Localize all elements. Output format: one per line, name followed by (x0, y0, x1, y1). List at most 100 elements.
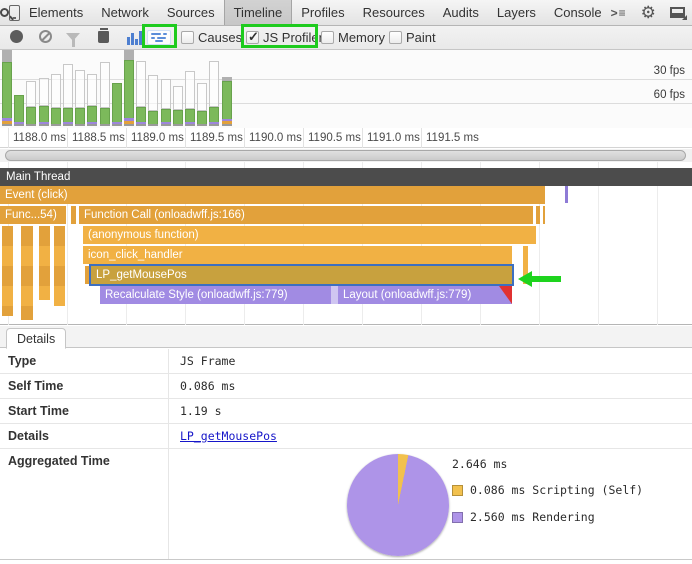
frame-bar (51, 74, 61, 126)
rendering-tick (565, 186, 568, 203)
flame-frame-fragment[interactable] (71, 206, 76, 224)
flame-frame-fragment[interactable] (85, 266, 90, 284)
checkbox-label: Causes (198, 30, 242, 45)
frames-overview-chart[interactable]: 30 fps60 fps (0, 50, 692, 128)
ruler-tick-label: 1190.0 ms (249, 132, 302, 144)
console-drawer-icon[interactable]: >≡ (611, 6, 627, 20)
dock-side-icon[interactable] (670, 7, 685, 18)
devtools-window: ElementsNetworkSourcesTimelineProfilesRe… (0, 0, 692, 564)
frame-bar (161, 79, 171, 126)
tab-profiles[interactable]: Profiles (292, 0, 353, 25)
settings-gear-icon[interactable]: ⚙ (641, 3, 656, 23)
tab-timeline[interactable]: Timeline (224, 0, 293, 25)
annotation-arrow-head (518, 271, 532, 287)
main-thread-header[interactable]: Main Thread (0, 168, 692, 186)
checkbox-label: Paint (406, 30, 436, 45)
flame-frame-func-54[interactable]: Func...54) (0, 206, 66, 224)
pie-legend: 2.646 ms 0.086 ms Scripting (Self) 2.560 … (452, 457, 643, 537)
aggregated-time-pie-chart (347, 454, 449, 556)
search-icon[interactable] (0, 0, 9, 25)
tab-elements[interactable]: Elements (20, 0, 92, 25)
timeline-toolbar: Causes JS ProfilerMemory Paint (0, 26, 692, 50)
fps-line-label: 60 fps (654, 89, 685, 101)
details-function-link[interactable]: LP_getMousePos (180, 429, 277, 443)
flame-frame-fragment[interactable] (331, 286, 338, 304)
details-row-details: DetailsLP_getMousePos (0, 424, 692, 449)
ruler-tick-label: 1190.5 ms (308, 132, 361, 144)
frame-bar (75, 70, 85, 126)
record-icon (10, 30, 23, 43)
checkbox-paint[interactable]: Paint (389, 30, 436, 45)
clear-icon (39, 30, 52, 43)
ruler-tick-label: 1189.0 ms (131, 132, 184, 144)
tab-bar-right-icons: >≡ ⚙ ✕ (611, 0, 692, 25)
ruler-tick-label: 1189.5 ms (190, 132, 243, 144)
flame-frame-layout-onloadwff-js-779[interactable]: Layout (onloadwff.js:779) (338, 286, 512, 304)
legend-swatch (452, 485, 463, 496)
flame-frame-lp-getmousepos[interactable]: LP_getMousePos (91, 266, 512, 284)
details-row-value: JS Frame (169, 349, 246, 373)
details-row-label: Self Time (0, 374, 169, 398)
ruler-tick (126, 128, 127, 148)
checkbox-box[interactable] (321, 31, 334, 44)
checkbox-memory[interactable]: Memory (321, 30, 385, 45)
flame-chart-button[interactable] (147, 30, 171, 45)
flame-frame-event-click[interactable]: Event (click) (0, 186, 545, 204)
aggregated-time-row: Aggregated Time 2.646 ms 0.086 ms Script… (0, 449, 692, 560)
dock-glyph (670, 7, 685, 18)
checkbox-box[interactable] (389, 31, 402, 44)
pie-total-time: 2.646 ms (452, 457, 643, 471)
tab-sources[interactable]: Sources (158, 0, 224, 25)
flame-stripe (54, 226, 65, 306)
legend-label: 0.086 ms Scripting (Self) (470, 483, 643, 497)
tab-details[interactable]: Details (6, 328, 66, 349)
frame-gap (540, 206, 543, 224)
tab-console[interactable]: Console (545, 0, 611, 25)
tab-layers[interactable]: Layers (488, 0, 545, 25)
checkbox-box[interactable] (181, 31, 194, 44)
filter-button[interactable] (66, 33, 80, 41)
tab-network[interactable]: Network (92, 0, 158, 25)
frame-bar (100, 62, 110, 126)
legend-label: 2.560 ms Rendering (470, 510, 595, 524)
flame-frame-function-call-onloadwff-js-166[interactable]: Function Call (onloadwff.js:166) (79, 206, 545, 224)
record-button[interactable] (10, 30, 23, 43)
checkbox-js-profiler[interactable]: JS Profiler (246, 30, 323, 45)
frame-bar (173, 86, 183, 126)
magnifier-glyph (0, 8, 9, 17)
clear-button[interactable] (39, 30, 52, 43)
frame-bar (39, 78, 49, 126)
checkbox-causes[interactable]: Causes (181, 30, 242, 45)
frame-bar (197, 83, 207, 126)
details-row-value: 0.086 ms (169, 374, 246, 398)
details-row-type: TypeJS Frame (0, 349, 692, 374)
details-row-value: LP_getMousePos (169, 424, 288, 448)
garbage-collect-button[interactable] (98, 28, 109, 43)
tab-resources[interactable]: Resources (354, 0, 434, 25)
flame-frame-recalculate-style-onloadwff-js-779[interactable]: Recalculate Style (onloadwff.js:779) (100, 286, 331, 304)
details-row-self-time: Self Time0.086 ms (0, 374, 692, 399)
frame-bar (26, 81, 36, 126)
frame-bar (14, 95, 24, 126)
overview-scroll-thumb[interactable] (5, 150, 686, 161)
frames-view-button[interactable] (127, 31, 142, 45)
checkbox-label: JS Profiler (263, 30, 323, 45)
devtools-tab-bar: ElementsNetworkSourcesTimelineProfilesRe… (0, 0, 692, 26)
device-mode-icon[interactable] (9, 0, 20, 25)
frame-bar (209, 61, 219, 126)
frame-bar (148, 75, 158, 126)
funnel-icon (66, 33, 80, 41)
ruler-tick-label: 1191.0 ms (367, 132, 420, 144)
frame-bar (87, 74, 97, 126)
checkbox-box[interactable] (246, 31, 259, 44)
ruler-tick (8, 128, 9, 148)
tab-audits[interactable]: Audits (434, 0, 488, 25)
time-ruler: 1188.0 ms1188.5 ms1189.0 ms1189.5 ms1190… (0, 128, 692, 148)
details-tab-bar (0, 326, 692, 348)
flame-frame-anonymous-function[interactable]: (anonymous function) (83, 226, 536, 244)
frame-gap (533, 206, 536, 224)
ruler-tick-label: 1191.5 ms (426, 132, 479, 144)
flame-frame-icon-click-handler[interactable]: icon_click_handler (83, 246, 512, 264)
bar-chart-icon (127, 31, 142, 45)
frame-bar (185, 71, 195, 126)
